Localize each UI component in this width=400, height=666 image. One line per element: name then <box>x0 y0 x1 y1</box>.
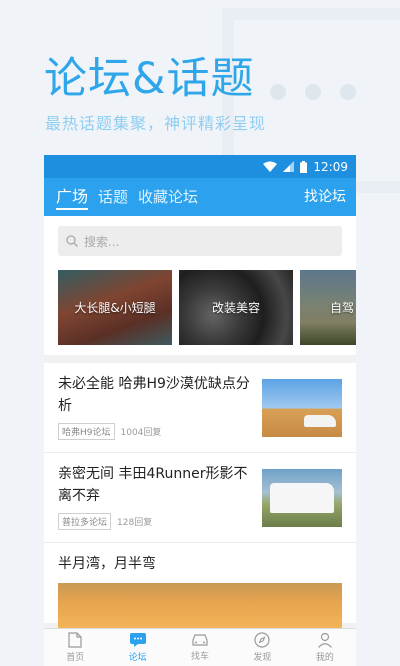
compass-icon <box>254 632 271 648</box>
forum-card-self-drive[interactable]: 自驾 <box>300 270 356 345</box>
find-forum-button[interactable]: 找论坛 <box>304 178 346 216</box>
forum-card-label: 改装美容 <box>211 301 260 315</box>
bottom-tab-bar: 首页 论坛 找车 发现 我的 <box>44 628 356 666</box>
article-thumbnail <box>262 469 342 527</box>
tabbar-label: 发现 <box>253 653 272 663</box>
hero-title: 论坛&话题 <box>44 54 255 104</box>
wifi-icon <box>263 161 278 172</box>
forum-card-legs[interactable]: 大长腿&小短腿 <box>58 270 172 345</box>
search-input[interactable]: 搜索... <box>58 226 342 256</box>
tab-plaza[interactable]: 广场 <box>56 178 89 216</box>
article-title: 亲密无间 丰田4Runner形影不离不弃 <box>58 466 248 504</box>
forum-tag[interactable]: 哈弗H9论坛 <box>58 423 115 440</box>
list-item[interactable]: 未必全能 哈弗H9沙漠优缺点分析 哈弗H9论坛 1004回复 <box>44 363 356 453</box>
user-icon <box>317 632 332 648</box>
status-bar: 12:09 <box>44 155 356 178</box>
app-bar: 广场 话题 收藏论坛 找论坛 <box>44 178 356 216</box>
forum-carousel: 大长腿&小短腿 改装美容 自驾 <box>44 264 356 355</box>
list-item[interactable]: 亲密无间 丰田4Runner形影不离不弃 普拉多论坛 128回复 <box>44 453 356 543</box>
decoration-dot <box>340 84 356 100</box>
reply-count: 1004回复 <box>120 428 162 438</box>
tabbar-home[interactable]: 首页 <box>44 629 106 666</box>
battery-icon <box>300 160 308 173</box>
article-list: 未必全能 哈弗H9沙漠优缺点分析 哈弗H9论坛 1004回复 亲密无间 丰田4R… <box>44 363 356 628</box>
article-thumbnail <box>262 379 342 437</box>
tabbar-discover[interactable]: 发现 <box>231 629 293 666</box>
tabbar-find-car[interactable]: 找车 <box>169 629 231 666</box>
tabbar-label: 论坛 <box>128 653 147 663</box>
article-title: 半月湾，月半弯 <box>58 556 156 572</box>
article-info: 未必全能 哈弗H9沙漠优缺点分析 哈弗H9论坛 1004回复 <box>58 373 262 444</box>
hero-subtitle: 最热话题集聚，神评精彩呈现 <box>45 114 267 133</box>
forum-card-label: 自驾 <box>330 301 355 315</box>
tabbar-label: 我的 <box>315 653 334 663</box>
reply-count: 128回复 <box>117 518 153 528</box>
phone-screen: 12:09 广场 话题 收藏论坛 找论坛 搜索... 大长腿&小短腿 改装美容 … <box>44 155 356 666</box>
search-area: 搜索... <box>44 216 356 264</box>
chat-icon <box>129 633 146 647</box>
document-icon <box>68 632 82 648</box>
tabbar-label: 首页 <box>66 653 85 663</box>
tab-topics[interactable]: 话题 <box>98 178 128 216</box>
forum-tag[interactable]: 普拉多论坛 <box>58 513 112 530</box>
tab-favorite-forums[interactable]: 收藏论坛 <box>138 178 198 216</box>
article-title: 未必全能 哈弗H9沙漠优缺点分析 <box>58 376 250 414</box>
signal-icon <box>283 161 295 172</box>
car-shape <box>270 483 334 513</box>
search-icon <box>66 235 78 247</box>
list-item[interactable]: 半月湾，月半弯 <box>44 543 356 628</box>
article-info: 亲密无间 丰田4Runner形影不离不弃 普拉多论坛 128回复 <box>58 463 262 534</box>
decoration-dot <box>270 84 286 100</box>
article-meta: 哈弗H9论坛 1004回复 <box>58 423 254 440</box>
article-banner-image <box>58 583 342 628</box>
status-time: 12:09 <box>313 159 348 174</box>
car-icon <box>192 634 208 646</box>
forum-card-modification[interactable]: 改装美容 <box>179 270 293 345</box>
tabbar-forum[interactable]: 论坛 <box>106 629 168 666</box>
article-meta: 普拉多论坛 128回复 <box>58 513 254 530</box>
search-placeholder: 搜索... <box>84 234 120 249</box>
tabbar-label: 找车 <box>191 652 210 662</box>
car-shape <box>304 415 336 427</box>
tabbar-mine[interactable]: 我的 <box>294 629 356 666</box>
decoration-dot <box>305 84 321 100</box>
forum-card-label: 大长腿&小短腿 <box>74 301 156 315</box>
